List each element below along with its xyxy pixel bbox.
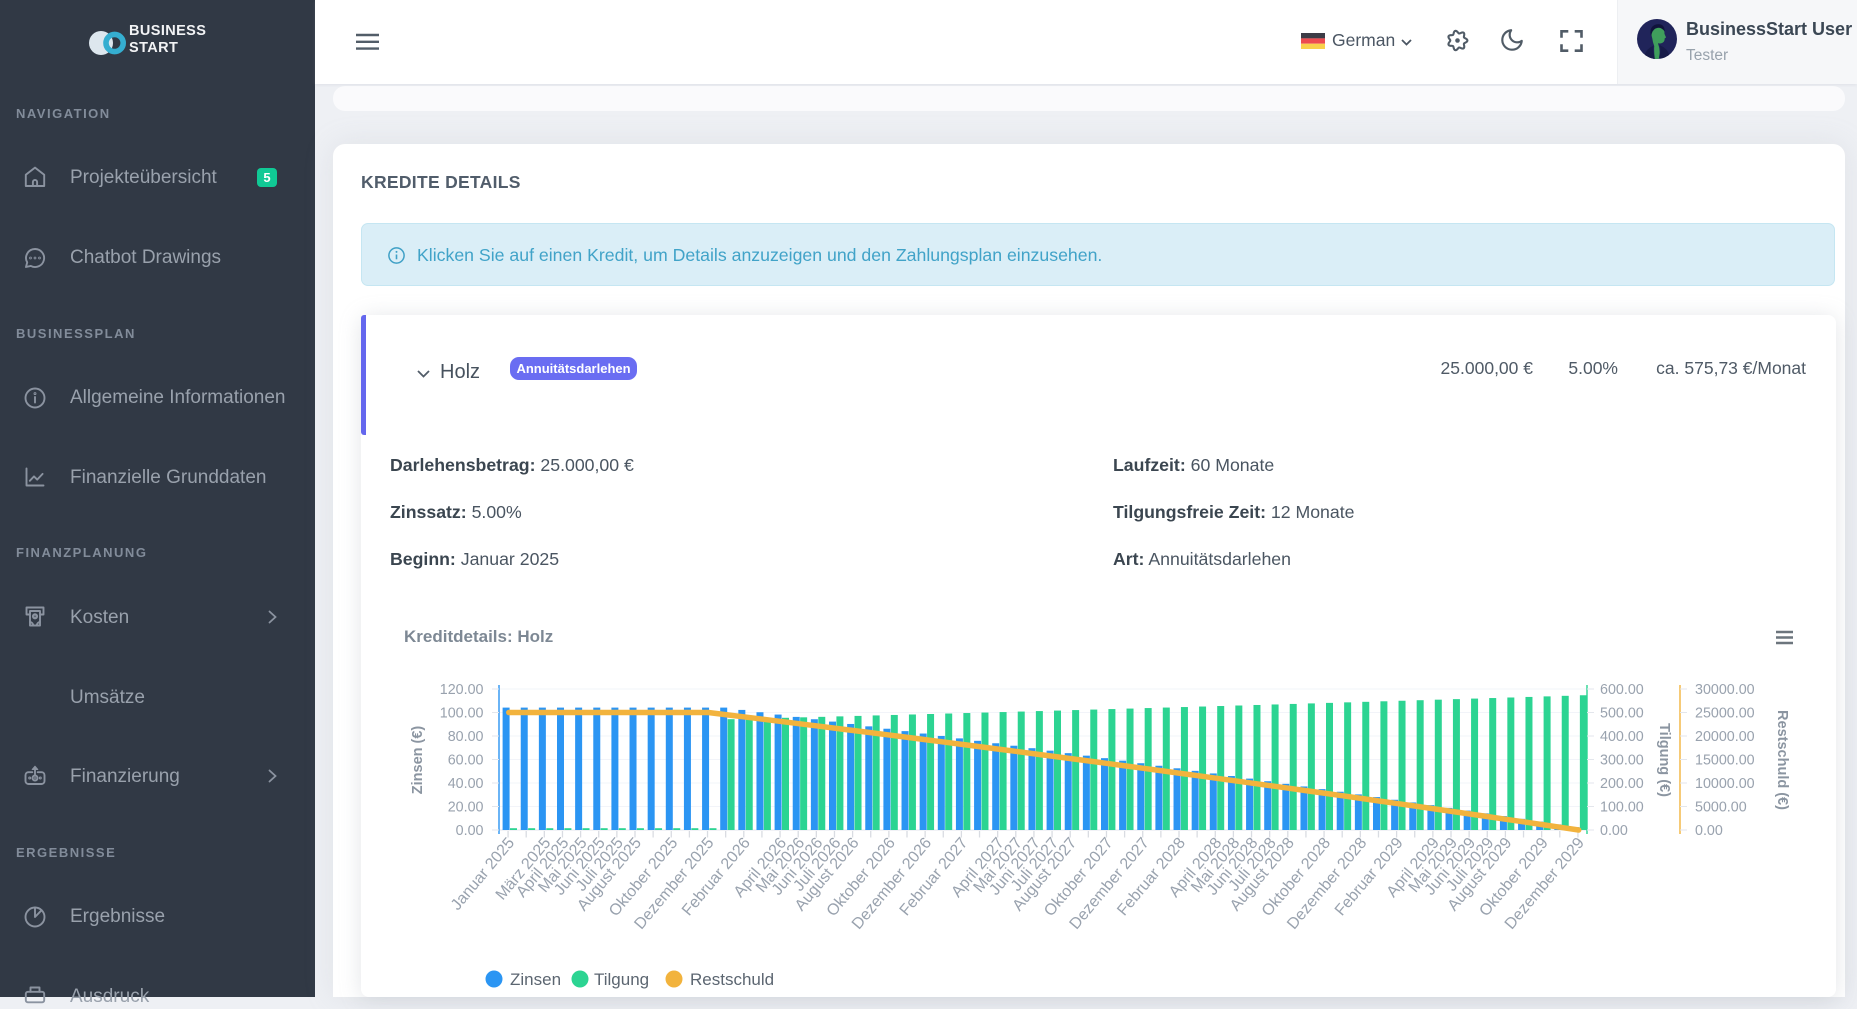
svg-text:10000.00: 10000.00 [1695, 776, 1755, 792]
svg-text:Tilgung: Tilgung [594, 970, 649, 989]
svg-text:40.00: 40.00 [448, 776, 484, 792]
svg-text:5000.00: 5000.00 [1695, 800, 1747, 816]
svg-text:100.00: 100.00 [1600, 800, 1644, 816]
svg-text:25000.00: 25000.00 [1695, 706, 1755, 722]
svg-text:120.00: 120.00 [440, 682, 484, 698]
svg-text:0.00: 0.00 [1695, 823, 1723, 839]
svg-text:500.00: 500.00 [1600, 706, 1644, 722]
svg-text:30000.00: 30000.00 [1695, 682, 1755, 698]
svg-text:Tilgung (€): Tilgung (€) [1656, 723, 1672, 797]
svg-text:60.00: 60.00 [448, 753, 484, 769]
svg-text:0.00: 0.00 [456, 823, 484, 839]
svg-text:100.00: 100.00 [440, 706, 484, 722]
svg-text:15000.00: 15000.00 [1695, 753, 1755, 769]
svg-text:80.00: 80.00 [448, 729, 484, 745]
svg-text:Restschuld (€): Restschuld (€) [1774, 710, 1790, 810]
svg-text:Restschuld: Restschuld [690, 970, 774, 989]
svg-text:20000.00: 20000.00 [1695, 729, 1755, 745]
svg-text:20.00: 20.00 [448, 800, 484, 816]
svg-text:0.00: 0.00 [1600, 823, 1628, 839]
svg-text:300.00: 300.00 [1600, 753, 1644, 769]
svg-text:600.00: 600.00 [1600, 682, 1644, 698]
svg-text:Zinsen (€): Zinsen (€) [410, 726, 426, 795]
svg-text:400.00: 400.00 [1600, 729, 1644, 745]
svg-text:Zinsen: Zinsen [510, 970, 561, 989]
svg-text:200.00: 200.00 [1600, 776, 1644, 792]
